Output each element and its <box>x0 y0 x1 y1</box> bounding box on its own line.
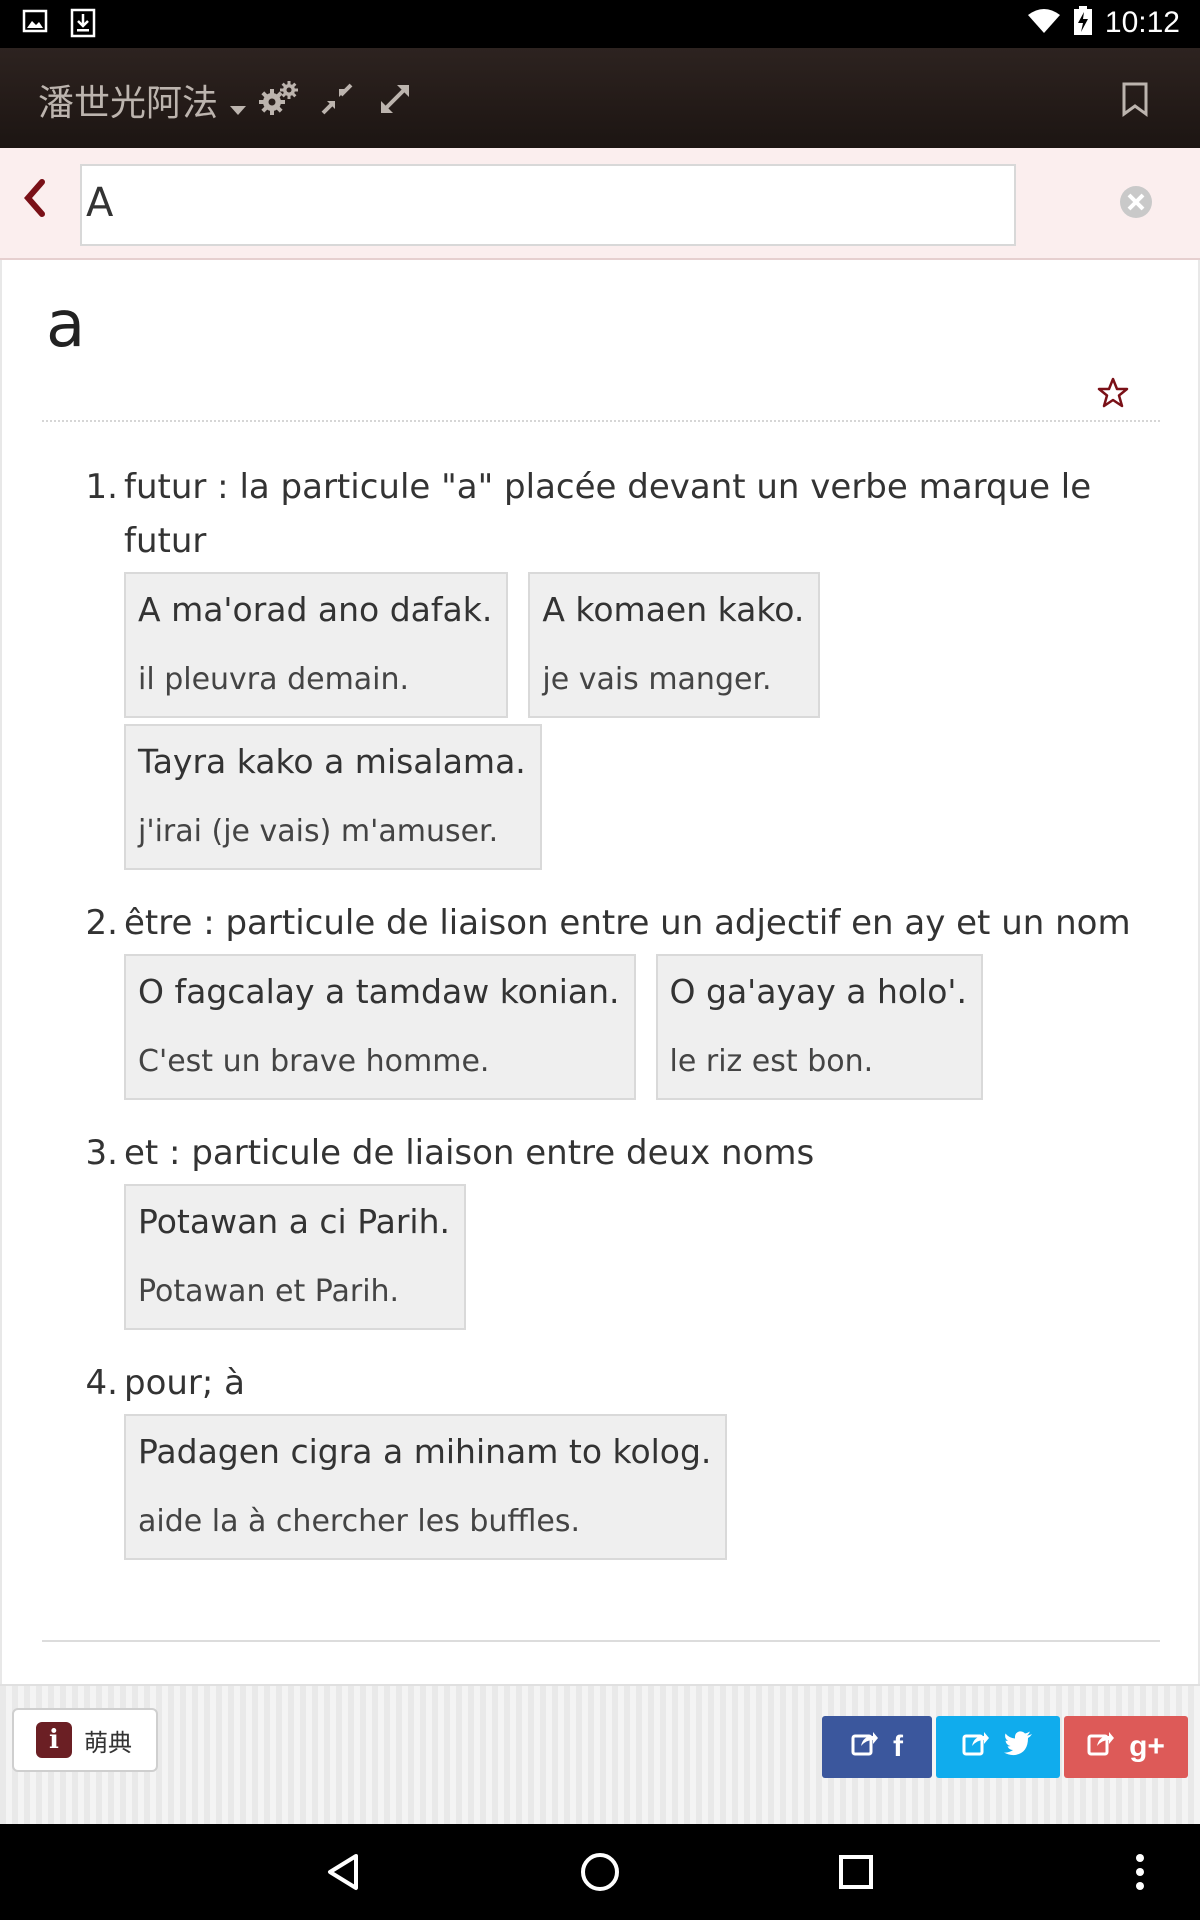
sense-item: 2. être : particule de liaison entre un … <box>80 896 1140 1100</box>
overflow-menu-icon[interactable] <box>1120 1844 1160 1900</box>
example-box[interactable]: A ma'orad ano dafak. il pleuvra demain. <box>124 572 509 718</box>
example-source: O fagcalay a tamdaw konian. <box>138 972 620 1011</box>
about-label: 萌典 <box>84 1728 132 1757</box>
example-box[interactable]: O ga'ayay a holo'. le riz est bon. <box>655 954 983 1100</box>
sense-list: 1. futur : la particule "a" placée devan… <box>80 460 1140 1586</box>
example-list: A ma'orad ano dafak. il pleuvra demain. … <box>124 572 1140 870</box>
example-box[interactable]: Potawan a ci Parih. Potawan et Parih. <box>124 1184 466 1330</box>
example-source: O ga'ayay a holo'. <box>669 972 967 1011</box>
footer-bar: i 萌典 f g+ <box>0 1684 1200 1824</box>
status-time: 10:12 <box>1104 6 1180 39</box>
google-plus-icon: g+ <box>1129 1730 1165 1763</box>
search-bar: A <box>0 148 1200 260</box>
battery-charging-icon <box>1073 6 1093 40</box>
sense-number: 2. <box>85 903 118 943</box>
example-translation: le riz est bon. <box>669 1044 874 1079</box>
sense-number: 4. <box>85 1363 118 1403</box>
example-box[interactable]: O fagcalay a tamdaw konian. C'est un bra… <box>124 954 636 1100</box>
example-translation: Potawan et Parih. <box>138 1274 400 1309</box>
system-nav-bar <box>0 1824 1200 1920</box>
example-box[interactable]: Tayra kako a misalama. j'irai (je vais) … <box>124 724 542 870</box>
sense-definition: pour; à <box>124 1363 246 1403</box>
bookmark-icon[interactable] <box>1114 78 1156 120</box>
headword-divider <box>42 420 1160 422</box>
entry-card: a 1. futur : la particule "a" placée dev… <box>0 260 1200 1684</box>
app-bar: 潘世光阿法 <box>0 48 1200 148</box>
sense-item: 1. futur : la particule "a" placée devan… <box>80 460 1140 870</box>
sense-definition: et : particule de liaison entre deux nom… <box>124 1133 815 1173</box>
shrink-icon[interactable] <box>316 78 358 120</box>
nav-back-icon[interactable] <box>316 1844 372 1900</box>
example-source: Padagen cigra a mihinam to kolog. <box>138 1432 712 1471</box>
example-box[interactable]: Padagen cigra a mihinam to kolog. aide l… <box>124 1414 728 1560</box>
share-icon <box>962 1730 990 1764</box>
wifi-icon <box>1027 7 1061 39</box>
sense-number: 1. <box>85 467 118 507</box>
example-list: Potawan a ci Parih. Potawan et Parih. <box>124 1184 1140 1330</box>
entry-bottom-divider <box>42 1640 1160 1642</box>
clear-search-icon[interactable] <box>1118 184 1154 220</box>
dictionary-selector[interactable]: 潘世光阿法 <box>38 74 218 126</box>
example-box[interactable]: A komaen kako. je vais manger. <box>528 572 821 718</box>
example-translation: je vais manger. <box>542 662 772 697</box>
example-translation: C'est un brave homme. <box>138 1044 490 1079</box>
sense-item: 3. et : particule de liaison entre deux … <box>80 1126 1140 1330</box>
share-icon <box>851 1730 879 1764</box>
settings-gears-icon[interactable] <box>258 78 300 120</box>
image-notification-icon <box>22 8 48 42</box>
sense-item: 4. pour; à Padagen cigra a mihinam to ko… <box>80 1356 1140 1560</box>
example-translation: j'irai (je vais) m'amuser. <box>138 814 499 849</box>
example-source: Tayra kako a misalama. <box>138 742 526 781</box>
twitter-bird-icon <box>1004 1730 1034 1764</box>
search-input[interactable]: A <box>80 164 1016 246</box>
info-icon: i <box>36 1722 72 1758</box>
example-translation: il pleuvra demain. <box>138 662 410 697</box>
example-source: A ma'orad ano dafak. <box>138 590 493 629</box>
share-icon <box>1087 1730 1115 1764</box>
sense-definition: futur : la particule "a" placée devant u… <box>124 467 1092 561</box>
example-source: A komaen kako. <box>542 590 805 629</box>
about-button[interactable]: i 萌典 <box>12 1708 158 1772</box>
expand-icon[interactable] <box>374 78 416 120</box>
share-google-plus-button[interactable]: g+ <box>1064 1716 1188 1778</box>
status-bar: 10:12 <box>0 0 1200 48</box>
sense-definition: être : particule de liaison entre un adj… <box>124 903 1131 943</box>
example-translation: aide la à chercher les buffles. <box>138 1504 581 1539</box>
headword: a <box>46 288 86 362</box>
sense-number: 3. <box>85 1133 118 1173</box>
facebook-icon: f <box>893 1730 903 1763</box>
download-notification-icon <box>70 8 96 42</box>
example-list: Padagen cigra a mihinam to kolog. aide l… <box>124 1414 1140 1560</box>
example-source: Potawan a ci Parih. <box>138 1202 450 1241</box>
nav-home-icon[interactable] <box>572 1844 628 1900</box>
example-list: O fagcalay a tamdaw konian. C'est un bra… <box>124 954 1140 1100</box>
share-twitter-button[interactable] <box>936 1716 1060 1778</box>
back-arrow-icon[interactable] <box>20 178 54 222</box>
share-facebook-button[interactable]: f <box>822 1716 932 1778</box>
favorite-star-icon[interactable] <box>1096 376 1134 414</box>
nav-recents-icon[interactable] <box>828 1844 884 1900</box>
dropdown-caret-icon[interactable] <box>230 106 246 115</box>
